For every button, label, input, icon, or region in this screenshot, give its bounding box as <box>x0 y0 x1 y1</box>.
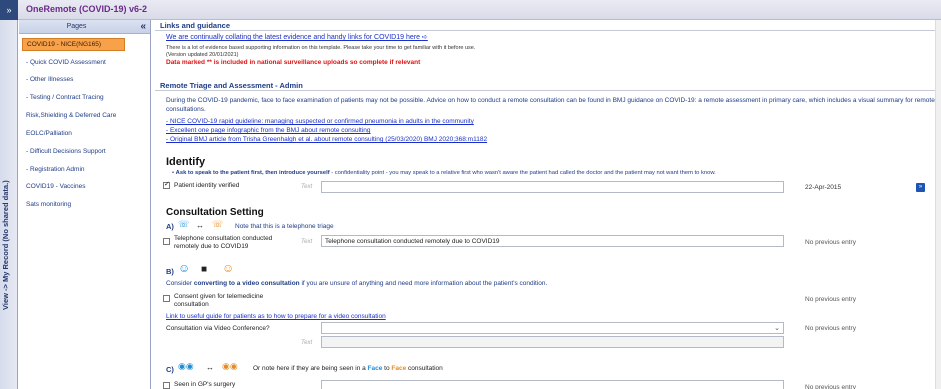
identify-heading: Identify <box>166 156 206 168</box>
telemedicine-consent-label-line1: Consent given for telemedicine <box>174 293 264 300</box>
telephone-consultation-label-line1: Telephone consultation conducted <box>174 235 273 242</box>
page-item-registration-admin[interactable]: - Registration Admin <box>26 166 85 173</box>
main-scrollbar[interactable] <box>935 20 941 389</box>
gp-no-previous: No previous entry <box>805 384 856 389</box>
page-item-quick-covid[interactable]: - Quick COVID Assessment <box>26 59 106 66</box>
identity-text-field[interactable] <box>321 181 784 193</box>
goto-arrow-icon[interactable]: » <box>916 183 925 192</box>
video-conference-label: Consultation via Video Conference? <box>166 325 270 332</box>
template-note: There is a lot of evidence based support… <box>166 45 476 51</box>
bmj-article-link[interactable]: - Original BMJ article from Trisha Green… <box>166 136 487 143</box>
option-b-label: B) <box>166 267 174 276</box>
telephone-consultation-label-line2: remotely due to COVID19 <box>174 243 249 250</box>
video-text-field[interactable] <box>321 336 784 348</box>
gp-surgery-field[interactable] <box>321 380 784 389</box>
record-view-label: View -> My Record (No shared data.) <box>1 180 10 310</box>
identity-verified-label: Patient identity verified <box>174 182 240 189</box>
video-text-placeholder: Text <box>301 340 313 346</box>
external-link-icon: ➪ <box>421 34 428 41</box>
video-guide-link[interactable]: Link to useful guide for patients as to … <box>166 313 386 320</box>
page-item-sats-monitoring[interactable]: Sats monitoring <box>26 201 71 208</box>
app-title: OneRemote (COVID-19) v6-2 <box>26 4 148 14</box>
option-a-label: A) <box>166 222 174 231</box>
pages-panel: Pages « COVID19 - NICE(NG165) - Quick CO… <box>19 20 151 389</box>
eyes-orange-icon: ◉◉ <box>222 361 238 371</box>
video-conference-select[interactable]: ⌄ <box>321 322 784 334</box>
identify-instruction: • Ask to speak to the patient first, the… <box>172 170 716 176</box>
page-item-testing[interactable]: - Testing / Contract Tracing <box>26 94 104 101</box>
links-section-heading: Links and guidance <box>155 21 941 31</box>
identity-verified-checkbox[interactable] <box>163 180 170 189</box>
two-way-arrow-c-icon: ↔ <box>206 363 214 372</box>
page-item-covid19-nice[interactable]: COVID19 - NICE(NG165) <box>22 38 125 51</box>
telephone-triage-note: Note that this is a telephone triage <box>235 223 334 230</box>
expand-panel-button[interactable]: » <box>0 0 18 20</box>
telephone-consultation-checkbox[interactable] <box>163 238 170 245</box>
page-item-difficult-decisions[interactable]: - Difficult Decisions Support <box>26 148 106 155</box>
pages-header: Pages « <box>19 20 150 34</box>
telephone-icon: ☏ <box>178 219 190 229</box>
nice-guideline-link[interactable]: - NICE COVID-19 rapid guideline: managin… <box>166 118 474 125</box>
gp-surgery-checkbox[interactable] <box>163 382 170 389</box>
pages-title: Pages <box>66 23 87 30</box>
video-no-previous: No previous entry <box>805 325 856 332</box>
identity-date: 22-Apr-2015 <box>805 184 842 191</box>
consent-no-previous: No previous entry <box>805 296 856 303</box>
gp-surgery-label: Seen in GP's surgery <box>174 381 236 388</box>
two-way-arrow-icon: ↔ <box>196 221 204 230</box>
bmj-infographic-link[interactable]: - Excellent one page infographic from th… <box>166 127 371 134</box>
surveillance-warning: Data marked ** is included in national s… <box>166 59 421 66</box>
telephone-consultation-field[interactable]: Telephone consultation conducted remotel… <box>321 235 784 247</box>
triage-section-heading: Remote Triage and Assessment - Admin <box>155 81 941 91</box>
telephone-orange-icon: ☏ <box>212 219 224 229</box>
version-note: (Version updated 20/01/2021) <box>166 52 239 58</box>
telephone-text-placeholder: Text <box>301 239 313 245</box>
consultation-setting-heading: Consultation Setting <box>166 207 264 218</box>
page-item-risk-shielding[interactable]: Risk,Shielding & Deferred Care <box>26 112 116 119</box>
telemedicine-consent-checkbox[interactable] <box>163 295 170 302</box>
record-view-strip[interactable]: View -> My Record (No shared data.) <box>0 20 18 389</box>
smiley-blue-icon: ☺ <box>178 261 191 275</box>
video-camera-icon: ■ <box>201 264 208 275</box>
face-to-face-note: Or note here if they are being seen in a… <box>253 365 443 372</box>
smiley-orange-icon: ☺ <box>222 261 235 275</box>
evidence-link[interactable]: We are continually collating the latest … <box>166 33 428 41</box>
eyes-blue-icon: ◉◉ <box>178 361 194 371</box>
collapse-pages-button[interactable]: « <box>140 21 146 32</box>
option-c-label: C) <box>166 365 174 374</box>
bullet-icon: • <box>172 170 175 176</box>
page-item-other-illnesses[interactable]: - Other Illnesses <box>26 76 73 83</box>
triage-intro: During the COVID-19 pandemic, face to fa… <box>166 97 935 113</box>
chevron-down-icon: ⌄ <box>774 325 780 332</box>
video-consider-text: Consider converting to a video consultat… <box>166 280 548 287</box>
page-item-vaccines[interactable]: COVID19 - Vaccines <box>26 183 85 190</box>
main-content: Links and guidance We are continually co… <box>152 20 941 389</box>
identity-text-placeholder: Text <box>301 184 313 190</box>
telephone-no-previous: No previous entry <box>805 239 856 246</box>
title-bar: » OneRemote (COVID-19) v6-2 <box>0 0 941 20</box>
page-item-eolc[interactable]: EOLC/Palliation <box>26 130 72 137</box>
telemedicine-consent-label-line2: consultation <box>174 301 209 308</box>
